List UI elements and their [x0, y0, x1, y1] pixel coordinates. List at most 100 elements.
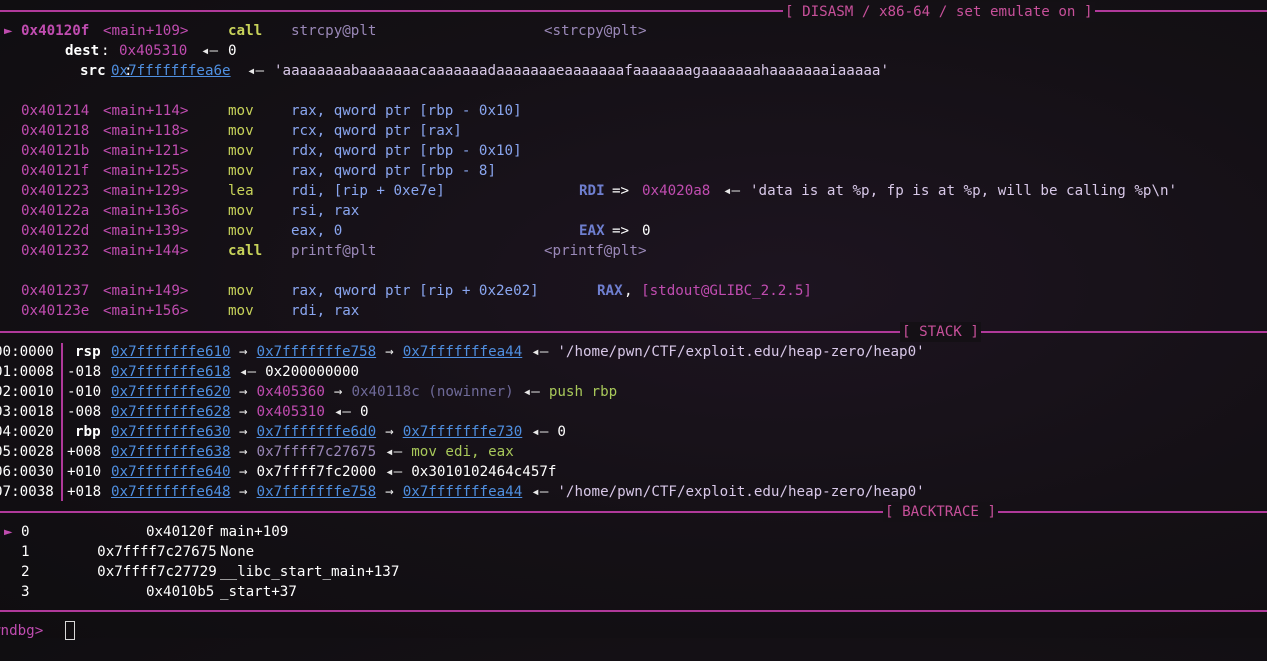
instruction-operand: rdi, rax — [291, 303, 360, 319]
instruction-address: 0x401214 — [21, 103, 90, 119]
instruction-label: <main+118> — [103, 123, 189, 139]
instruction-label: <main+139> — [103, 223, 189, 239]
stack-string: '/home/pwn/CTF/exploit.edu/heap-zero/hea… — [557, 484, 925, 500]
pointer-arrow: → — [333, 384, 343, 400]
pointer-arrow: ◂— — [247, 63, 265, 79]
pointer-arrow: → — [239, 404, 248, 420]
annotation-value: , [stdout@GLIBC_2.2.5] — [624, 281, 812, 301]
disasm-title: [ DISASM / x86-64 / set emulate on ] — [783, 2, 1095, 22]
instruction-annotation: <printf@plt> — [544, 243, 647, 259]
pointer-arrow: ◂— — [201, 43, 219, 59]
pointer-arrow: ◂— — [531, 424, 549, 440]
stack-address: 0x7fffffffe640 — [111, 464, 231, 480]
prompt-separator — [0, 610, 1267, 612]
instruction-address: 0x40121f — [21, 163, 90, 179]
instruction-mnemonic: call — [228, 243, 263, 259]
instruction-label: <main+129> — [103, 183, 189, 199]
current-marker: ► — [4, 23, 13, 39]
annotation-register: RDI — [579, 183, 605, 199]
stack-register-or-offset: rbp — [75, 424, 101, 440]
stack-separator — [0, 331, 1267, 333]
frame-number: 0 — [21, 524, 30, 540]
stack-offset: 07:0038 — [0, 484, 54, 500]
instruction-address: 0x401232 — [21, 243, 90, 259]
instruction-address: 0x40120f — [21, 23, 90, 39]
stack-address: 0x7fffffffe628 — [111, 404, 231, 420]
stack-offset: 02:0010 — [0, 384, 54, 400]
stack-value: 0x3010102464c457f — [411, 464, 557, 480]
instruction-label: <main+125> — [103, 163, 189, 179]
backtrace-separator — [0, 511, 1267, 513]
instruction-address: 0x401237 — [21, 283, 90, 299]
instruction-mnemonic: mov — [228, 103, 254, 119]
frame-address: 0x7ffff7c27729 — [97, 564, 217, 580]
stack-address: 0x7fffffffe620 — [111, 384, 231, 400]
argument-target: 0 — [228, 43, 237, 59]
stack-value: 0x7fffffffe6d0 — [256, 424, 377, 440]
instruction-operand: eax, 0 — [291, 223, 343, 239]
frame-symbol: __libc_start_main+137 — [220, 564, 400, 580]
instruction-address: 0x401223 — [21, 183, 90, 199]
pointer-arrow: ◂— — [531, 484, 549, 500]
instruction-operand: rax, qword ptr [rip + 0x2e02] — [291, 283, 539, 299]
annotation-register: RAX — [597, 283, 623, 299]
instruction-address: 0x40122d — [21, 223, 90, 239]
instruction-operand: strcpy@plt — [291, 23, 377, 39]
annotation-arrow: => — [612, 183, 630, 199]
instruction-label: <main+149> — [103, 283, 189, 299]
instruction-mnemonic: call — [228, 23, 263, 39]
stack-value: 0x7fffffffe758 — [256, 484, 377, 500]
frame-address: 0x40120f — [145, 524, 215, 540]
pointer-arrow: ◂— — [385, 444, 403, 460]
instruction-label: <main+136> — [103, 203, 189, 219]
stack-register-or-offset: rsp — [75, 344, 101, 360]
stack-address: 0x7fffffffe618 — [111, 364, 231, 380]
stack-register-or-offset: -018 — [67, 364, 102, 380]
stack-register-or-offset: -008 — [67, 404, 102, 420]
stack-register-or-offset: +018 — [67, 484, 102, 500]
frame-number: 2 — [21, 564, 30, 580]
instruction-operand: rdi, [rip + 0xe7e] — [291, 183, 445, 199]
argument-target: 'aaaaaaaabaaaaaaacaaaaaaadaaaaaaaeaaaaaa… — [274, 63, 889, 79]
current-marker: ► — [4, 524, 13, 540]
stack-value: 0 — [557, 424, 566, 440]
argument-value: 0x405310 — [119, 43, 188, 59]
stack-value: 0x40118c (nowinner) — [351, 384, 514, 400]
instruction-operand: rdx, qword ptr [rbp - 0x10] — [291, 143, 522, 159]
instruction-operand: rcx, qword ptr [rax] — [291, 123, 462, 139]
instruction-label: <main+156> — [103, 303, 189, 319]
stack-value: 0x405310 — [256, 404, 325, 420]
stack-address: 0x7fffffffe638 — [111, 444, 231, 460]
pointer-arrow: → — [385, 344, 394, 360]
stack-register-or-offset: +010 — [67, 464, 102, 480]
stack-offset: 00:0000 — [0, 344, 54, 360]
prompt-label: wndbg> — [0, 623, 44, 639]
input-cursor[interactable] — [65, 621, 75, 640]
stack-address: 0x7fffffffe610 — [111, 344, 231, 360]
instruction-address: 0x40123e — [21, 303, 90, 319]
annotation-value: 0x4020a8 — [642, 183, 711, 199]
stack-offset: 01:0008 — [0, 364, 54, 380]
stack-value: 0 — [359, 404, 369, 420]
instruction-operand: rax, qword ptr [rbp - 8] — [291, 163, 496, 179]
pointer-arrow: ◂— — [385, 464, 403, 480]
annotation-symbol: [stdout@GLIBC_2.2.5] — [641, 283, 812, 299]
stack-gutter-bar — [61, 343, 63, 501]
frame-symbol: None — [220, 544, 255, 560]
instruction-operand: rsi, rax — [291, 203, 360, 219]
instruction-mnemonic: mov — [228, 283, 254, 299]
instruction-label: <main+121> — [103, 143, 189, 159]
stack-value: 0x7fffffffea44 — [402, 484, 523, 500]
stack-register-or-offset: -010 — [67, 384, 102, 400]
stack-title: [ STACK ] — [900, 322, 981, 342]
instruction-address: 0x40122a — [21, 203, 90, 219]
pointer-arrow: → — [239, 444, 248, 460]
argument-value: 0x7fffffffea6e — [111, 63, 231, 79]
instruction-mnemonic: lea — [228, 183, 254, 199]
command-prompt[interactable]: wndbg> — [0, 621, 43, 641]
stack-instruction: push rbp — [548, 384, 618, 400]
stack-offset: 03:0018 — [0, 404, 54, 420]
stack-value: 0x200000000 — [265, 364, 360, 380]
annotation-arrow: => — [612, 223, 630, 239]
annotation-value: 0 — [642, 223, 651, 239]
